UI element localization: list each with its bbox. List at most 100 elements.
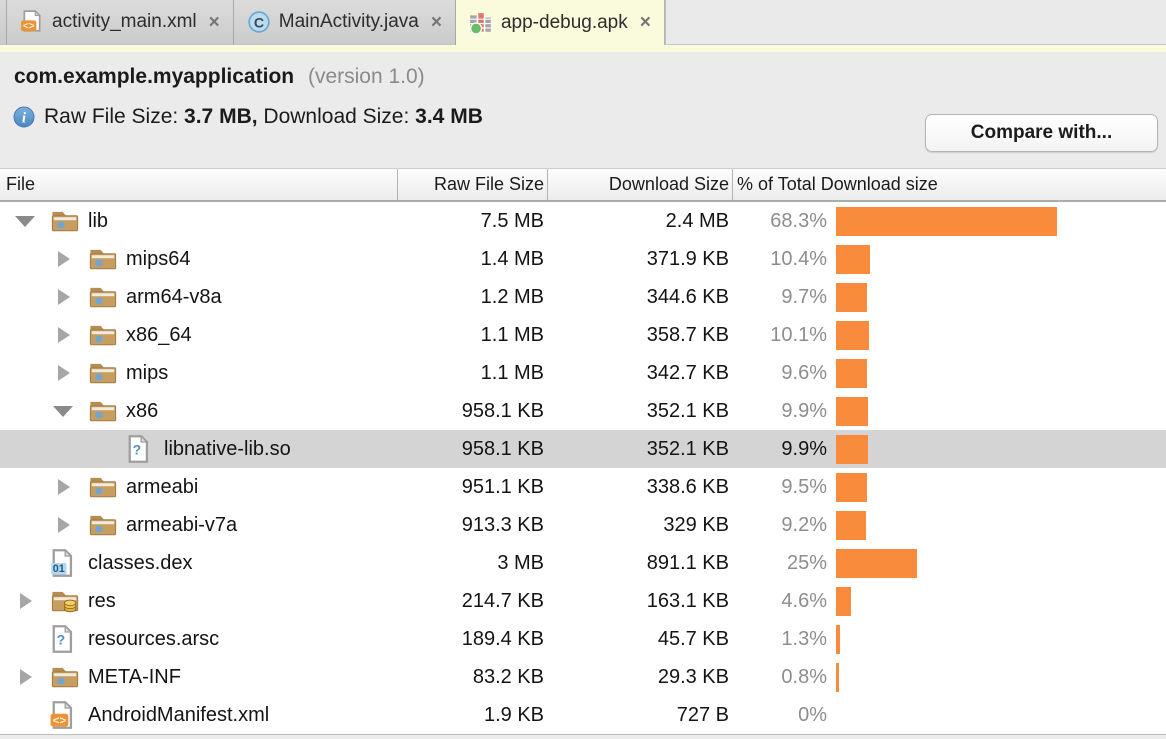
table-row[interactable]: ? libnative-lib.so958.1 KB352.1 KB9.9% xyxy=(0,430,1166,468)
download-size-value: 352.1 KB xyxy=(548,392,733,430)
raw-size-label: Raw File Size: xyxy=(44,105,184,128)
column-header-file[interactable]: File xyxy=(0,169,398,200)
expand-arrow-icon[interactable] xyxy=(12,668,50,686)
file-name[interactable]: arm64-v8a xyxy=(126,286,222,309)
folder-icon xyxy=(88,475,118,499)
close-icon[interactable]: × xyxy=(640,13,651,32)
download-size-value: 29.3 KB xyxy=(548,658,733,696)
percent-of-total-value: 0.8% xyxy=(733,666,827,689)
tab-label[interactable]: MainActivity.java xyxy=(279,11,419,33)
file-name[interactable]: libnative-lib.so xyxy=(164,438,291,461)
percent-of-total-value: 68.3% xyxy=(733,210,827,233)
download-percent-bar xyxy=(836,663,839,692)
download-percent-bar xyxy=(836,549,917,578)
table-row[interactable]: META-INF 83.2 KB29.3 KB0.8% xyxy=(0,658,1166,696)
svg-text:<>: <> xyxy=(23,21,35,32)
column-header-percent-of-total[interactable]: % of Total Download size xyxy=(733,169,1166,200)
file-name[interactable]: armeabi xyxy=(126,476,198,499)
raw-file-size-value: 7.5 MB xyxy=(398,202,548,240)
tab-app-debug-apk[interactable]: app-debug.apk × xyxy=(455,0,665,45)
percent-of-total-value: 10.4% xyxy=(733,248,827,271)
table-row[interactable]: arm64-v8a1.2 MB344.6 KB9.7% xyxy=(0,278,1166,316)
percent-of-total-value: 9.5% xyxy=(733,476,827,499)
close-icon[interactable]: × xyxy=(209,13,220,32)
file-name[interactable]: mips xyxy=(126,362,168,385)
file-name[interactable]: x86 xyxy=(126,400,158,423)
raw-file-size-value: 83.2 KB xyxy=(398,658,548,696)
download-size-value: 371.9 KB xyxy=(548,240,733,278)
download-size-value: 329 KB xyxy=(548,506,733,544)
table-row[interactable]: mips64 1.4 MB371.9 KB10.4% xyxy=(0,240,1166,278)
tab-bar-filler xyxy=(665,0,1166,45)
compare-with-button[interactable]: Compare with... xyxy=(925,114,1158,152)
size-summary: Raw File Size: 3.7 MB, Download Size: 3.… xyxy=(44,105,483,129)
table-row[interactable]: armeabi951.1 KB338.6 KB9.5% xyxy=(0,468,1166,506)
collapse-arrow-icon[interactable] xyxy=(50,402,88,420)
table-row[interactable]: armeabi-v7a913.3 KB329 KB9.2% xyxy=(0,506,1166,544)
download-size-value: 891.1 KB xyxy=(548,544,733,582)
table-row[interactable]: ? resources.arsc189.4 KB45.7 KB1.3% xyxy=(0,620,1166,658)
svg-text:C: C xyxy=(254,15,264,31)
expand-arrow-icon[interactable] xyxy=(50,478,88,496)
column-header-download-size[interactable]: Download Size xyxy=(548,169,733,200)
file-tree-table: lib 7.5 MB2.4 MB68.3% mips64 1.4 MB371.9 K… xyxy=(0,202,1166,734)
expand-arrow-icon[interactable] xyxy=(50,516,88,534)
tab-mainactivity-java[interactable]: C MainActivity.java × xyxy=(233,0,455,45)
unknown-file-icon: ? xyxy=(50,625,80,653)
folder-icon xyxy=(88,361,118,385)
file-name[interactable]: lib xyxy=(88,210,108,233)
download-size-value: 163.1 KB xyxy=(548,582,733,620)
collapse-arrow-icon[interactable] xyxy=(12,212,50,230)
percent-of-total-value: 4.6% xyxy=(733,590,827,613)
expand-arrow-icon[interactable] xyxy=(50,288,88,306)
download-percent-bar xyxy=(836,321,869,350)
file-name[interactable]: AndroidManifest.xml xyxy=(88,704,269,727)
table-row[interactable]: 01 classes.dex3 MB891.1 KB25% xyxy=(0,544,1166,582)
download-percent-bar xyxy=(836,245,870,274)
folder-icon xyxy=(50,209,80,233)
apk-icon xyxy=(469,11,493,35)
file-name[interactable]: x86_64 xyxy=(126,324,192,347)
file-name[interactable]: resources.arsc xyxy=(88,628,219,651)
download-percent-bar xyxy=(836,207,1057,236)
expand-arrow-icon[interactable] xyxy=(12,592,50,610)
file-name[interactable]: META-INF xyxy=(88,666,181,689)
raw-file-size-value: 1.4 MB xyxy=(398,240,548,278)
tab-label[interactable]: activity_main.xml xyxy=(52,11,197,33)
close-icon[interactable]: × xyxy=(431,13,442,32)
file-name[interactable]: classes.dex xyxy=(88,552,193,575)
folder-icon xyxy=(88,285,118,309)
package-name: com.example.myapplication xyxy=(14,65,294,88)
active-tab-strip xyxy=(0,45,1166,52)
table-row[interactable]: mips1.1 MB342.7 KB9.6% xyxy=(0,354,1166,392)
tab-label[interactable]: app-debug.apk xyxy=(501,12,628,34)
download-percent-bar xyxy=(836,473,867,502)
download-percent-bar xyxy=(836,587,851,616)
download-size-value: 352.1 KB xyxy=(548,430,733,468)
table-row[interactable]: lib 7.5 MB2.4 MB68.3% xyxy=(0,202,1166,240)
expand-arrow-icon[interactable] xyxy=(50,364,88,382)
raw-file-size-value: 958.1 KB xyxy=(398,392,548,430)
expand-arrow-icon[interactable] xyxy=(50,326,88,344)
table-row[interactable]: x86958.1 KB352.1 KB9.9% xyxy=(0,392,1166,430)
raw-file-size-value: 951.1 KB xyxy=(398,468,548,506)
java-class-icon: C xyxy=(247,10,271,34)
file-name[interactable]: armeabi-v7a xyxy=(126,514,237,537)
package-version: (version 1.0) xyxy=(308,65,425,88)
apk-analyzer-window: <> activity_main.xml × C MainActivity.ja… xyxy=(0,0,1166,739)
file-name[interactable]: res xyxy=(88,590,116,613)
percent-of-total-value: 10.1% xyxy=(733,324,827,347)
raw-file-size-value: 1.9 KB xyxy=(398,696,548,734)
download-percent-bar xyxy=(836,283,867,312)
raw-file-size-value: 214.7 KB xyxy=(398,582,548,620)
column-header-raw-file-size[interactable]: Raw File Size xyxy=(398,169,548,200)
dex-file-icon: 01 xyxy=(50,549,80,577)
tab-activity-main-xml[interactable]: <> activity_main.xml × xyxy=(6,0,233,45)
table-row[interactable]: <> AndroidManifest.xml1.9 KB727 B0% xyxy=(0,696,1166,734)
raw-file-size-value: 1.2 MB xyxy=(398,278,548,316)
file-name[interactable]: mips64 xyxy=(126,248,190,271)
table-row[interactable]: res 214.7 KB163.1 KB4.6% xyxy=(0,582,1166,620)
download-size-value: 2.4 MB xyxy=(548,202,733,240)
expand-arrow-icon[interactable] xyxy=(50,250,88,268)
table-row[interactable]: x86_641.1 MB358.7 KB10.1% xyxy=(0,316,1166,354)
